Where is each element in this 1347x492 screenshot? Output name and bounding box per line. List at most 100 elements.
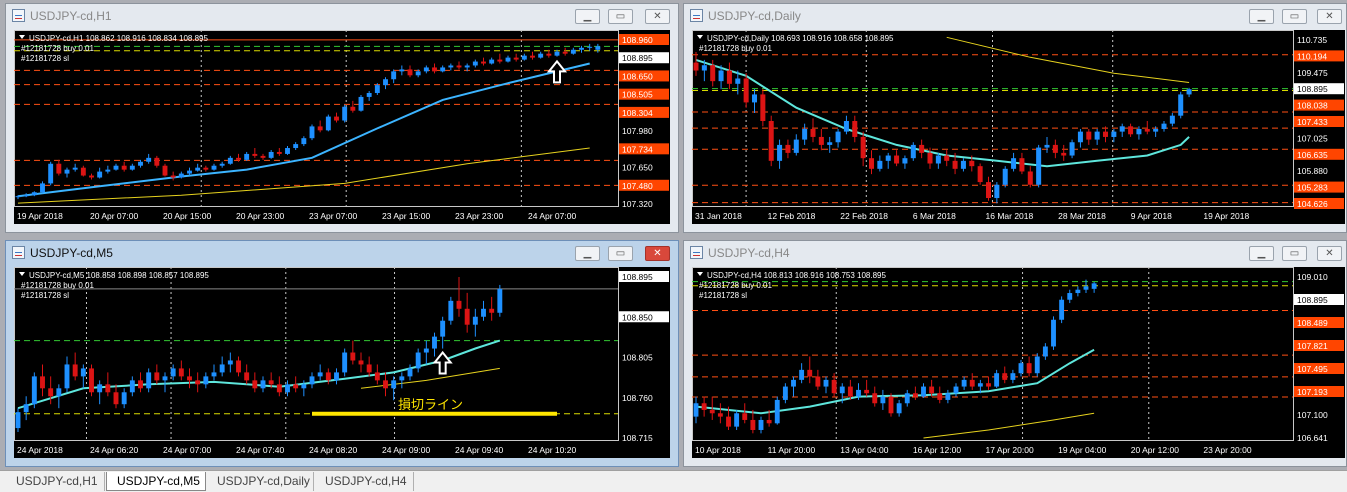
candle (1119, 126, 1125, 132)
candle (994, 184, 1000, 199)
candle (894, 155, 900, 164)
candle (211, 372, 217, 377)
price-axis-label: 107.734 (622, 144, 653, 154)
candle (726, 416, 731, 427)
chart-frame (14, 30, 619, 207)
candle (325, 372, 331, 381)
price-axis-label: 108.960 (622, 35, 653, 45)
candle (735, 78, 741, 84)
candle (521, 55, 527, 60)
close-button[interactable]: ✕ (1317, 9, 1342, 24)
time-axis-label: 20 Apr 07:00 (90, 211, 138, 221)
candle (969, 379, 975, 387)
candle (219, 364, 225, 373)
chart-window-icon (690, 246, 703, 259)
price-axis-label: 107.480 (622, 181, 653, 191)
time-axis-label: 20 Apr 23:00 (236, 211, 284, 221)
price-chart[interactable]: 損切ライン USDJPY-cd,M5 108.858 108.898 108.85… (14, 267, 670, 458)
candle (774, 399, 780, 424)
candle (138, 380, 143, 389)
candle (423, 67, 429, 72)
window-titlebar[interactable]: USDJPY-cd,Daily ▁ ▭ ✕ (684, 4, 1346, 30)
candle (121, 165, 127, 170)
maximize-button[interactable]: ▭ (608, 9, 633, 24)
candle (358, 96, 364, 111)
window-title: USDJPY-cd,H4 (708, 246, 790, 260)
price-axis-label: 107.980 (622, 126, 653, 136)
chart-header: USDJPY-cd,H1 108.862 108.916 108.834 108… (29, 34, 209, 43)
tab-usdjpy-daily[interactable]: USDJPY-cd,Daily (207, 472, 314, 491)
price-axis-label: 107.433 (1297, 117, 1328, 127)
candle (986, 383, 991, 387)
window-titlebar[interactable]: USDJPY-cd,H4 ▁ ▭ ✕ (684, 241, 1346, 267)
candle (742, 413, 748, 420)
candle (1034, 356, 1040, 374)
candle (138, 161, 143, 166)
price-axis-label: 106.641 (1297, 433, 1328, 443)
candle (448, 65, 454, 68)
chart-window-h4[interactable]: USDJPY-cd,H4 ▁ ▭ ✕ USDJPY-cd,H4 108.813 … (683, 240, 1347, 467)
tab-usdjpy-m5[interactable]: USDJPY-cd,M5 (106, 472, 206, 491)
time-axis-label: 24 Apr 07:40 (236, 445, 284, 455)
window-title: USDJPY-cd,M5 (30, 246, 113, 260)
price-chart[interactable]: USDJPY-cd,H1 108.862 108.916 108.834 108… (14, 30, 670, 224)
chart-canvas: USDJPY-cd,Daily 108.693 108.916 108.658 … (692, 30, 1344, 221)
candle (1178, 94, 1184, 116)
price-axis-label: 107.650 (622, 163, 653, 173)
close-button[interactable]: ✕ (645, 246, 670, 261)
candle (374, 85, 380, 93)
window-titlebar[interactable]: USDJPY-cd,H1 ▁ ▭ ✕ (6, 4, 678, 30)
tab-usdjpy-h4[interactable]: USDJPY-cd,H4 (315, 472, 414, 491)
close-button[interactable]: ✕ (645, 9, 670, 24)
candle (40, 376, 45, 389)
price-axis-label: 105.283 (1297, 183, 1328, 193)
candle (1136, 128, 1142, 135)
minimize-button[interactable]: ▁ (1249, 246, 1274, 261)
price-axis-label: 104.626 (1297, 199, 1328, 209)
candle (1011, 158, 1017, 169)
candle (872, 393, 878, 404)
candle (236, 157, 241, 160)
time-axis-label: 10 Apr 2018 (695, 445, 741, 455)
candle (1002, 373, 1008, 380)
close-button[interactable]: ✕ (1317, 246, 1342, 261)
chart-window-m5[interactable]: USDJPY-cd,M5 ▁ ▭ ✕ 損切ライン USDJPY-cd,M5 108… (5, 240, 679, 467)
candle (782, 386, 788, 400)
price-axis-label: 108.895 (1297, 295, 1328, 305)
maximize-button[interactable]: ▭ (608, 246, 633, 261)
minimize-button[interactable]: ▁ (575, 246, 600, 261)
candle (252, 380, 258, 389)
candle (178, 173, 184, 178)
time-axis-label: 24 Apr 2018 (17, 445, 63, 455)
maximize-button[interactable]: ▭ (1282, 246, 1307, 261)
time-axis-label: 20 Apr 15:00 (163, 211, 211, 221)
maximize-button[interactable]: ▭ (1282, 9, 1307, 24)
price-chart[interactable]: USDJPY-cd,H4 108.813 108.916 108.753 108… (692, 267, 1345, 458)
minimize-button[interactable]: ▁ (575, 9, 600, 24)
candle (236, 360, 241, 373)
minimize-button[interactable]: ▁ (1249, 9, 1274, 24)
candle (1111, 131, 1117, 137)
candle (977, 383, 983, 387)
candle (187, 170, 192, 174)
candle (864, 389, 870, 394)
moving-average-line (17, 62, 590, 198)
window-titlebar[interactable]: USDJPY-cd,M5 ▁ ▭ ✕ (6, 241, 678, 267)
time-axis-label: 24 Apr 07:00 (528, 211, 576, 221)
candle (15, 412, 21, 429)
candle (1042, 346, 1048, 357)
candle (497, 59, 503, 62)
candle (309, 376, 315, 385)
chart-window-h1[interactable]: USDJPY-cd,H1 ▁ ▭ ✕ USDJPY-cd,H1 108.862 … (5, 3, 679, 233)
candle (113, 392, 119, 405)
moving-average-line (360, 367, 500, 389)
candle (1153, 128, 1159, 132)
chart-window-daily[interactable]: USDJPY-cd,Daily ▁ ▭ ✕ USDJPY-cd,Daily 10… (683, 3, 1347, 233)
chart-header: USDJPY-cd,H4 108.813 108.916 108.753 108… (707, 271, 887, 280)
order-label: #12181728 buy 0.01 (699, 44, 773, 53)
price-chart[interactable]: USDJPY-cd,Daily 108.693 108.916 108.658 … (692, 30, 1345, 224)
tab-usdjpy-h1[interactable]: USDJPY-cd,H1 (6, 472, 105, 491)
candle (718, 70, 724, 82)
time-axis-label: 31 Jan 2018 (695, 211, 742, 221)
time-axis-label: 23 Apr 07:00 (309, 211, 357, 221)
